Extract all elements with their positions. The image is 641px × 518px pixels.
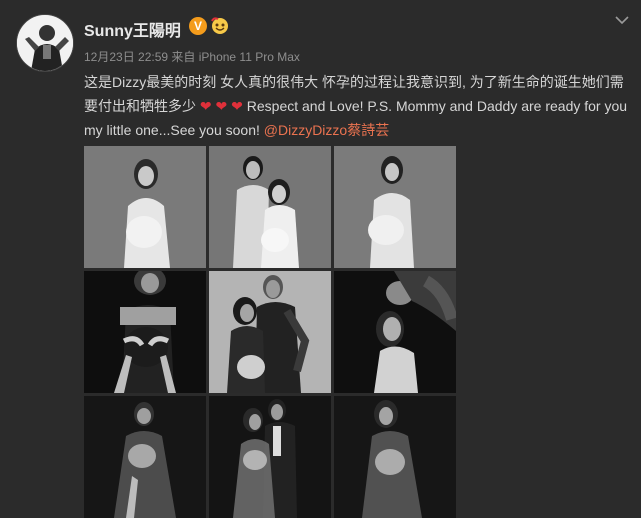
photo-6[interactable] <box>334 271 456 393</box>
photo-5[interactable] <box>209 271 331 393</box>
emoji-badge-icon <box>210 15 230 35</box>
post-text: 这是Dizzy最美的时刻 女人真的很伟大 怀孕的过程让我意识到, 为了新生命的诞… <box>84 70 629 142</box>
mention-link[interactable]: @DizzyDizzo蔡詩芸 <box>264 122 389 138</box>
photo-3[interactable] <box>334 146 456 268</box>
photo-9[interactable] <box>334 396 456 518</box>
avatar[interactable] <box>16 14 74 72</box>
photo-7[interactable] <box>84 396 206 518</box>
heart-emoji-icons: ❤ ❤ ❤ <box>199 98 243 114</box>
photo-4[interactable] <box>84 271 206 393</box>
photo-2[interactable] <box>209 146 331 268</box>
vip-badge-icon: V <box>189 17 207 35</box>
post-meta: 12月23日 22:59 来自 iPhone 11 Pro Max <box>84 50 300 64</box>
weibo-post: Sunny王陽明 V 12月23日 22:59 来自 iPhone 11 Pro… <box>0 0 641 518</box>
author-name[interactable]: Sunny王陽明 <box>84 17 181 41</box>
chevron-down-icon[interactable] <box>615 12 629 25</box>
photo-8[interactable] <box>209 396 331 518</box>
photo-1[interactable] <box>84 146 206 268</box>
